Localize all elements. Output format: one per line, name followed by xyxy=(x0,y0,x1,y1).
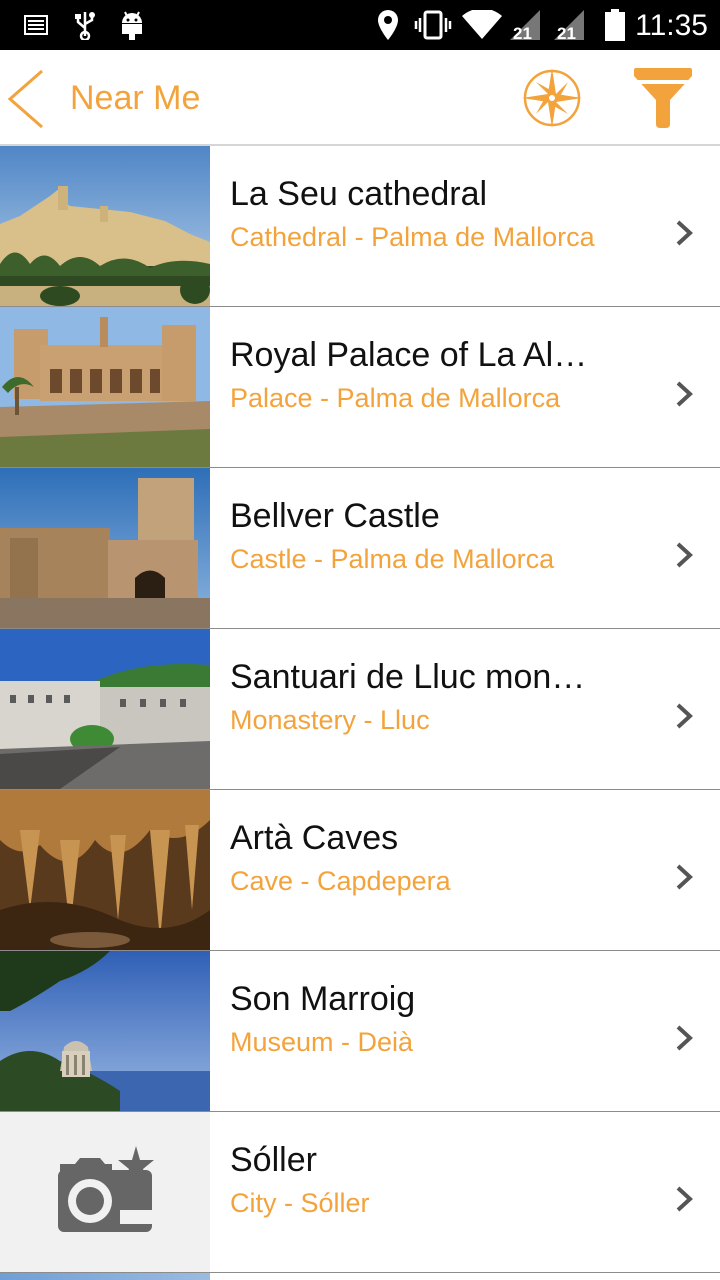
castle-photo xyxy=(0,468,210,628)
place-title: Bellver Castle xyxy=(230,497,440,535)
app-bar: Near Me xyxy=(0,50,720,146)
wifi-icon xyxy=(462,9,502,41)
list-item[interactable]: Sóller City - Sóller xyxy=(0,1112,720,1273)
status-bar: 21 21 11:35 xyxy=(0,0,720,50)
place-subtitle: Cathedral - Palma de Mallorca xyxy=(230,222,595,252)
sim1-label: 21 xyxy=(513,24,532,41)
museum-photo xyxy=(0,951,210,1111)
palace-photo xyxy=(0,307,210,467)
compass-icon xyxy=(522,68,582,128)
list-item[interactable]: Santuari de Lluc mon… Monastery - Lluc xyxy=(0,629,720,790)
back-arrow-icon xyxy=(7,69,43,129)
place-subtitle: Museum - Deià xyxy=(230,1027,414,1057)
chevron-right-icon xyxy=(676,220,693,246)
vibrate-icon xyxy=(414,9,452,41)
chevron-right-icon xyxy=(676,1186,693,1212)
chevron-right-icon xyxy=(676,703,693,729)
sim2-label: 21 xyxy=(557,24,576,41)
clock: 11:35 xyxy=(635,9,708,42)
battery-icon xyxy=(604,9,626,41)
monastery-photo xyxy=(0,629,210,789)
list-item[interactable]: La Seu cathedral Cathedral - Palma de Ma… xyxy=(0,146,720,307)
chevron-right-icon xyxy=(676,1025,693,1051)
location-icon xyxy=(376,9,400,41)
chevron-right-icon xyxy=(676,864,693,890)
filter-icon xyxy=(634,68,692,128)
android-icon xyxy=(118,9,146,41)
place-subtitle: Monastery - Lluc xyxy=(230,705,430,735)
place-title: Son Marroig xyxy=(230,980,416,1018)
place-title: Sóller xyxy=(230,1141,317,1179)
chevron-right-icon xyxy=(676,381,693,407)
place-title: Royal Palace of La Al… xyxy=(230,336,588,374)
placeholder-camera-icon xyxy=(0,1112,210,1272)
compass-button[interactable] xyxy=(520,66,584,130)
signal-2-icon: 21 xyxy=(552,9,586,41)
place-title: Artà Caves xyxy=(230,819,399,857)
cave-photo xyxy=(0,790,210,950)
signal-1-icon: 21 xyxy=(508,9,542,41)
place-subtitle: Cave - Capdepera xyxy=(230,866,451,896)
back-button[interactable] xyxy=(4,68,50,130)
page-title: Near Me xyxy=(70,79,201,117)
next-list-item-thumb-partial xyxy=(0,1273,210,1280)
cathedral-photo xyxy=(0,146,210,306)
place-subtitle: Castle - Palma de Mallorca xyxy=(230,544,555,574)
chevron-right-icon xyxy=(676,542,693,568)
usb-icon xyxy=(74,9,96,41)
list-item[interactable]: Royal Palace of La Al… Palace - Palma de… xyxy=(0,307,720,468)
place-subtitle: Palace - Palma de Mallorca xyxy=(230,383,561,413)
list-item[interactable]: Son Marroig Museum - Deià xyxy=(0,951,720,1112)
places-list: La Seu cathedral Cathedral - Palma de Ma… xyxy=(0,146,720,1273)
place-subtitle: City - Sóller xyxy=(230,1188,370,1218)
keyboard-icon xyxy=(24,9,48,41)
list-item[interactable]: Bellver Castle Castle - Palma de Mallorc… xyxy=(0,468,720,629)
place-title: Santuari de Lluc mon… xyxy=(230,658,586,696)
filter-button[interactable] xyxy=(632,66,694,130)
place-title: La Seu cathedral xyxy=(230,175,488,213)
list-item[interactable]: Artà Caves Cave - Capdepera xyxy=(0,790,720,951)
